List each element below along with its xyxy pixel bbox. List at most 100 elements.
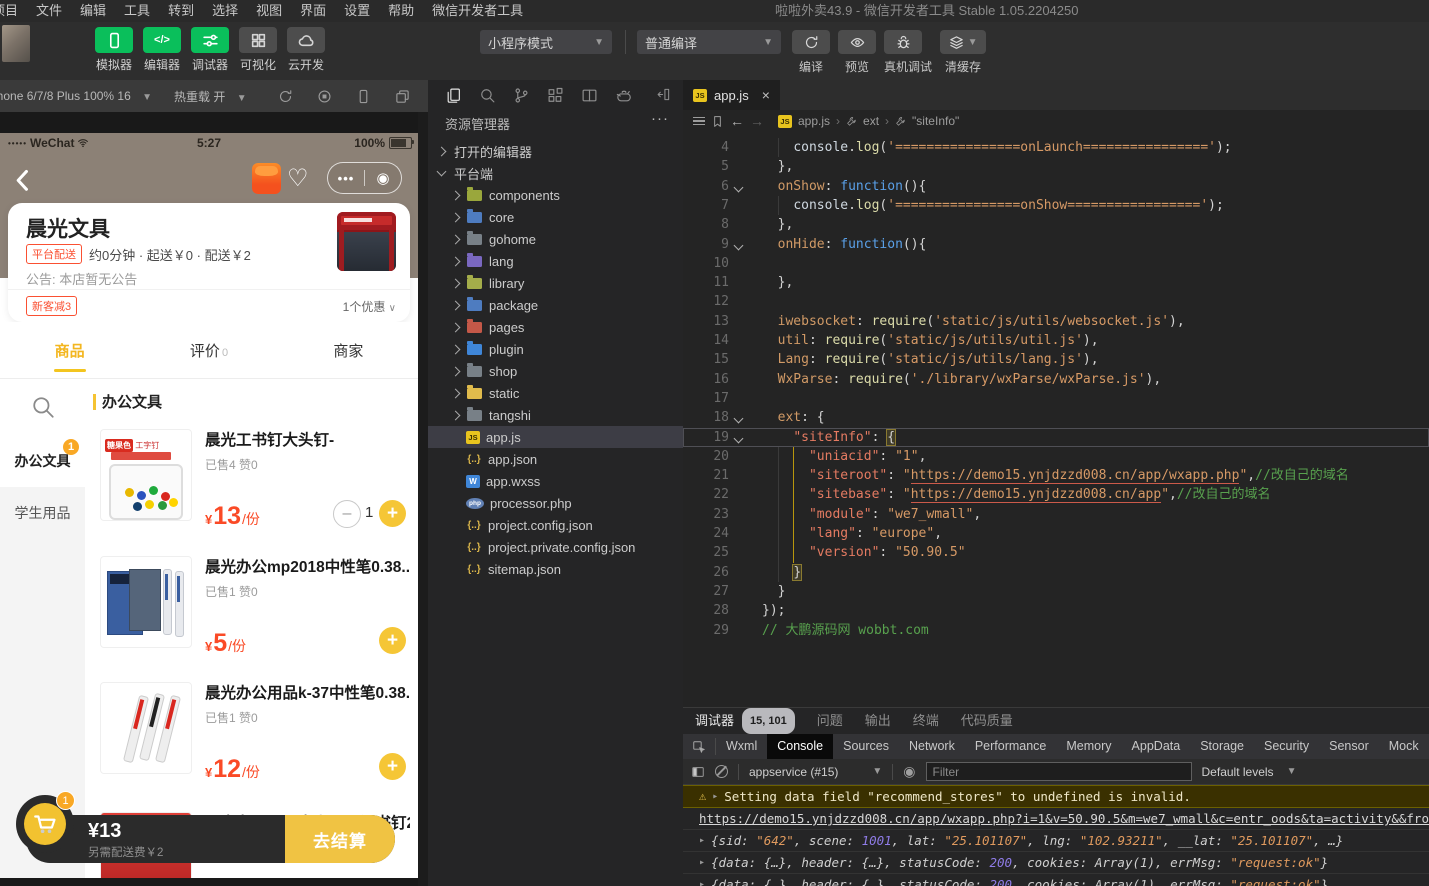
code-line-16[interactable]: 16 WxParse: require('./library/wxParse/w…	[683, 370, 1429, 389]
code-line-11[interactable]: 11 },	[683, 273, 1429, 292]
tab-商品[interactable]: 商品	[0, 322, 139, 378]
toolbar-button-模拟器[interactable]: 模拟器	[90, 27, 138, 73]
filter-input[interactable]: Filter	[926, 762, 1192, 781]
mode-select[interactable]: 小程序模式▼	[480, 30, 612, 54]
code-line-7[interactable]: 7 console.log('================onShow===…	[683, 196, 1429, 215]
tree-item-package[interactable]: package	[428, 294, 683, 316]
debugger-tab-输出[interactable]: 输出	[865, 708, 891, 734]
tree-item-static[interactable]: static	[428, 382, 683, 404]
eye-icon[interactable]: ◉	[903, 763, 915, 780]
menu-item-2[interactable]: 编辑	[71, 0, 115, 22]
code-line-6[interactable]: 6 onShow: function(){	[683, 177, 1429, 196]
console-row-1[interactable]: https://demo15.ynjdzzd008.cn/app/wxapp.p…	[683, 808, 1429, 830]
decrease-quantity-button[interactable]: –	[333, 500, 361, 528]
red-packet-icon[interactable]	[252, 163, 281, 194]
tree-item-app.json[interactable]: {..}app.json	[428, 448, 683, 470]
toolbar-button-云开发[interactable]: 云开发	[282, 27, 330, 73]
bookmark-icon[interactable]	[711, 115, 724, 128]
debugger-tab-终端[interactable]: 终端	[913, 708, 939, 734]
console-row-2[interactable]: ▸{sid: "642", scene: 1001, lat: "25.1011…	[683, 830, 1429, 852]
reload-icon[interactable]	[278, 89, 293, 104]
category-办公文具[interactable]: 办公文具1	[0, 435, 85, 487]
coupon-expander[interactable]: 1个优惠 ∨	[343, 298, 396, 315]
tree-item-processor.php[interactable]: phpprocessor.php	[428, 492, 683, 514]
code-line-26[interactable]: 26 }	[683, 563, 1429, 582]
store-card[interactable]: 晨光文具 平台配送 约0分钟 · 起送￥0 · 配送￥2 公告: 本店暂无公告 …	[8, 203, 410, 322]
tree-item-lang[interactable]: lang	[428, 250, 683, 272]
tree-item-pages[interactable]: pages	[428, 316, 683, 338]
devtools-tab-Storage[interactable]: Storage	[1190, 734, 1254, 759]
tree-item-core[interactable]: core	[428, 206, 683, 228]
console-link[interactable]: https://demo15.ynjdzzd008.cn/app/wxapp.p…	[699, 808, 1429, 829]
menu-item-5[interactable]: 选择	[203, 0, 247, 22]
tree-item-library[interactable]: library	[428, 272, 683, 294]
code-line-13[interactable]: 13 iwebsocket: require('static/js/utils/…	[683, 312, 1429, 331]
code-line-22[interactable]: 22 "sitebase": "https://demo15.ynjdzzd00…	[683, 485, 1429, 504]
tree-item-tangshi[interactable]: tangshi	[428, 404, 683, 426]
context-select[interactable]: appservice (#15)▼	[749, 765, 882, 779]
forward-arrow-icon[interactable]: →	[750, 113, 764, 129]
menu-item-10[interactable]: 微信开发者工具	[423, 0, 532, 22]
search-icon[interactable]	[479, 87, 496, 104]
code-line-5[interactable]: 5 },	[683, 157, 1429, 176]
tab-商家[interactable]: 商家	[279, 322, 418, 378]
close-miniprogram-button[interactable]: ◉	[365, 169, 401, 187]
code-line-27[interactable]: 27 }	[683, 582, 1429, 601]
close-tab-icon[interactable]: ×	[762, 87, 770, 103]
expand-arrow-icon[interactable]: ▸	[699, 874, 705, 886]
editor-tab-appjs[interactable]: JS app.js ×	[683, 80, 780, 110]
expand-arrow-icon[interactable]: ▸	[712, 786, 718, 807]
hot-reload-toggle[interactable]: 热重载 开 ▼	[174, 88, 247, 105]
code-line-10[interactable]: 10	[683, 254, 1429, 273]
teapot-icon[interactable]	[615, 87, 632, 104]
product-row[interactable]: 晨光办公mp2018中性笔0.38...已售1 赞0¥5/份+	[85, 549, 418, 675]
product-row[interactable]: 晨光办公用品k-37中性笔0.38...已售1 赞0¥12/份+	[85, 675, 418, 801]
tree-section-root[interactable]: 平台端	[428, 162, 683, 184]
code-line-15[interactable]: 15 Lang: require('static/js/utils/lang.j…	[683, 350, 1429, 369]
menu-item-0[interactable]: 项目	[0, 0, 27, 22]
layout-icon[interactable]	[581, 87, 598, 104]
tree-item-app.wxss[interactable]: Wapp.wxss	[428, 470, 683, 492]
toolbar-action-编译[interactable]: 编译	[792, 30, 830, 75]
git-branch-icon[interactable]	[513, 87, 530, 104]
devtools-tab-AppData[interactable]: AppData	[1122, 734, 1191, 759]
code-line-18[interactable]: 18 ext: {	[683, 408, 1429, 427]
tree-item-project.config.json[interactable]: {..}project.config.json	[428, 514, 683, 536]
breadcrumb-item[interactable]: "siteInfo"	[912, 114, 959, 128]
code-line-9[interactable]: 9 onHide: function(){	[683, 235, 1429, 254]
toolbar-action-预览[interactable]: 预览	[838, 30, 876, 75]
code-line-12[interactable]: 12	[683, 292, 1429, 311]
code-line-21[interactable]: 21 "siteroot": "https://demo15.ynjdzzd00…	[683, 466, 1429, 485]
device-frame-icon[interactable]	[356, 89, 371, 104]
devtools-tab-Performance[interactable]: Performance	[965, 734, 1057, 759]
code-line-23[interactable]: 23 "module": "we7_wmall",	[683, 505, 1429, 524]
console-row-0[interactable]: ⚠▸Setting data field "recommend_stores" …	[683, 785, 1429, 808]
menu-item-4[interactable]: 转到	[159, 0, 203, 22]
add-to-cart-button[interactable]: +	[379, 753, 406, 780]
debugger-tab-调试器[interactable]: 调试器15, 101	[695, 708, 795, 735]
code-line-4[interactable]: 4 console.log('================onLaunch=…	[683, 138, 1429, 157]
menu-item-1[interactable]: 文件	[27, 0, 71, 22]
devtools-tab-Network[interactable]: Network	[899, 734, 965, 759]
console-row-3[interactable]: ▸{data: {…}, header: {…}, statusCode: 20…	[683, 852, 1429, 874]
menu-item-9[interactable]: 帮助	[379, 0, 423, 22]
collapse-sidebar-icon[interactable]	[656, 87, 671, 102]
toolbar-button-可视化[interactable]: 可视化	[234, 27, 282, 73]
clear-console-icon[interactable]	[715, 765, 728, 778]
code-line-20[interactable]: 20 "uniacid": "1",	[683, 447, 1429, 466]
more-menu-button[interactable]: •••	[328, 171, 364, 186]
tree-item-gohome[interactable]: gohome	[428, 228, 683, 250]
code-line-24[interactable]: 24 "lang": "europe",	[683, 524, 1429, 543]
debugger-tab-问题[interactable]: 问题	[817, 708, 843, 734]
devtools-tab-Console[interactable]: Console	[767, 734, 833, 759]
fold-chevron-icon[interactable]	[734, 433, 744, 443]
tab-评价[interactable]: 评价0	[139, 322, 278, 378]
tree-section-open-editors[interactable]: 打开的编辑器	[428, 140, 683, 162]
devtools-tab-Memory[interactable]: Memory	[1056, 734, 1121, 759]
toolbar-action-清缓存[interactable]: ▼清缓存	[940, 30, 986, 75]
panel-toggle-icon[interactable]	[691, 765, 705, 779]
log-levels-select[interactable]: Default levels▼	[1202, 765, 1297, 779]
code-line-14[interactable]: 14 util: require('static/js/utils/util.j…	[683, 331, 1429, 350]
devtools-tab-Mock[interactable]: Mock	[1379, 734, 1429, 759]
avatar[interactable]	[2, 25, 30, 62]
